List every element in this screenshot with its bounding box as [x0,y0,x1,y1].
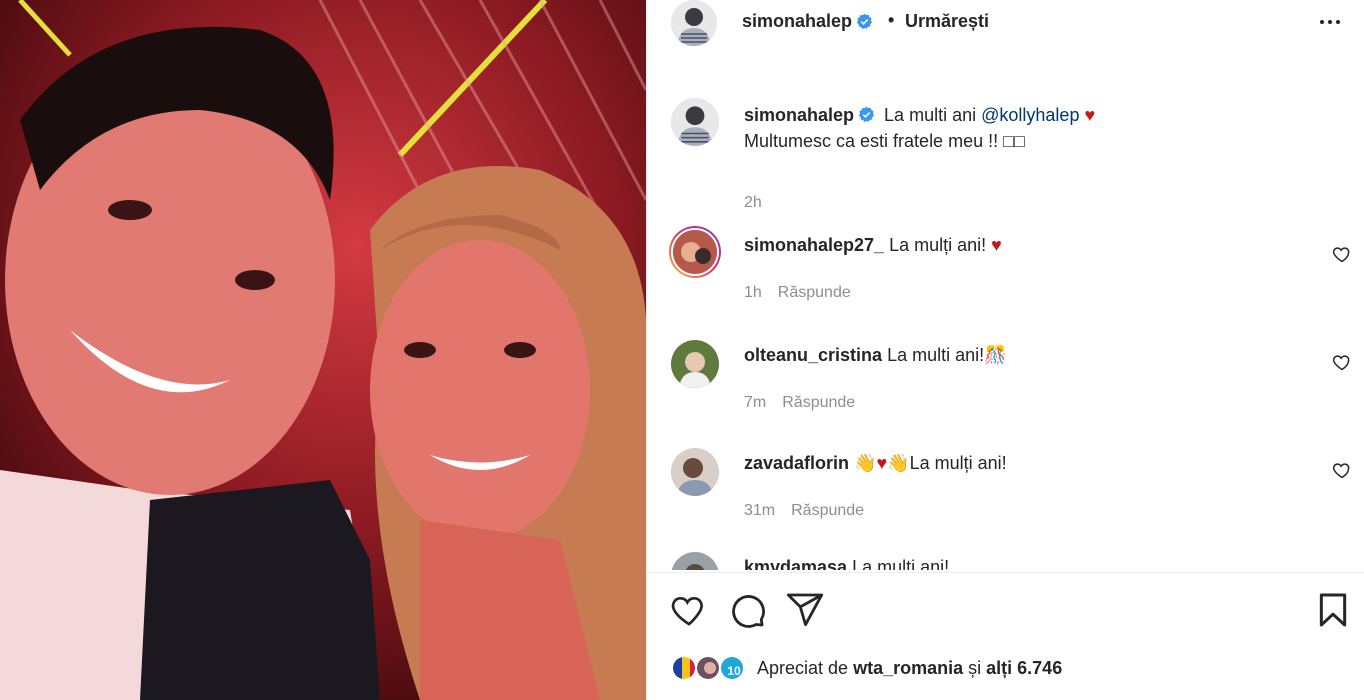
comment-item: zavadaflorin 👋♥👋La mulți ani! 31m Răspun… [647,444,1364,524]
separator-dot: • [888,10,895,30]
comment-meta: 31m Răspunde [744,502,864,520]
post-side-panel: simonahalep • Urmărești simonahalep La m… [646,0,1364,700]
post-photo[interactable] [0,0,646,700]
comment-text: zavadaflorin 👋♥👋La mulți ani! [744,450,1007,476]
comment-item: olteanu_cristina La multi ani!🎊 7m Răspu… [647,336,1364,416]
comment-icon[interactable] [727,590,767,630]
caption-text: La multi ani [884,105,977,125]
commenter-avatar[interactable] [669,226,721,278]
commenter-username[interactable]: simonahalep27_ [744,235,884,255]
comment-emoji: 🎊 [984,345,1007,365]
caption-mention-link[interactable]: @kollyhalep [981,105,1079,125]
comment-timestamp[interactable]: 31m [744,502,775,520]
caption-timestamp[interactable]: 2h [744,194,762,212]
svg-text:10: 10 [727,664,741,678]
comment-body: La multi ani! [852,557,950,570]
liker-avatar [671,655,697,681]
verified-badge-icon [856,13,873,30]
commenter-username[interactable]: kmydamasa [744,557,847,570]
commenter-avatar[interactable] [671,340,719,388]
comment-body: La multi ani! [887,345,985,365]
comment-emoji: 👋♥👋 [854,453,910,473]
comment-body: La mulți ani! [909,453,1007,473]
likes-conjunction: și [968,657,982,678]
commenter-username[interactable]: olteanu_cristina [744,345,882,365]
caption-line-1: simonahalep La multi ani @kollyhalep ♥ [744,102,1095,128]
bookmark-icon[interactable] [1313,590,1353,630]
following-button[interactable]: Urmărești [905,11,989,32]
caption-author[interactable]: simonahalep [744,105,854,125]
post-action-bar [647,590,1364,634]
reply-button[interactable]: Răspunde [782,394,855,412]
reply-button[interactable]: Răspunde [778,284,851,302]
post-caption: simonahalep La multi ani @kollyhalep ♥ M… [647,98,1364,211]
actions-divider [647,572,1364,573]
liker-avatars[interactable]: 10 [671,653,751,683]
comments-list[interactable]: simonahalep La multi ani @kollyhalep ♥ M… [647,80,1364,570]
likes-text: Apreciat de wta_romania și alți 6.746 [757,658,1062,679]
comment-meta: 7m Răspunde [744,394,855,412]
selfie-image [0,0,646,700]
post-header: simonahalep • Urmărești [647,0,1364,46]
comment-like-heart-icon[interactable] [1332,460,1352,480]
heart-icon[interactable] [669,590,709,630]
reply-button[interactable]: Răspunde [791,502,864,520]
commenter-username[interactable]: zavadaflorin [744,453,849,473]
commenter-avatar[interactable] [671,448,719,496]
comment-item: simonahalep27_ La mulți ani! ♥ 1h Răspun… [647,226,1364,306]
liker-username[interactable]: wta_romania [853,658,963,678]
comment-meta: 1h Răspunde [744,284,851,302]
author-avatar[interactable] [671,0,717,46]
likes-prefix: Apreciat de [757,657,849,678]
comment-timestamp[interactable]: 1h [744,284,762,302]
comment-emoji: ♥ [991,235,1002,255]
comment-text: kmydamasa La multi ani! [744,554,949,570]
comment-item: kmydamasa La multi ani! [647,552,1364,570]
caption-meta: 2h [744,194,762,212]
comment-timestamp[interactable]: 7m [744,394,766,412]
more-horizontal-icon[interactable] [1315,12,1345,32]
instagram-post-modal: simonahalep • Urmărești simonahalep La m… [0,0,1364,700]
paper-plane-icon[interactable] [785,590,825,630]
comment-like-heart-icon[interactable] [1332,244,1352,264]
commenter-avatar[interactable] [671,552,719,570]
comment-body: La mulți ani! [889,235,987,255]
caption-line-2: Multumesc ca esti fratele meu !! □□ [744,131,1025,151]
author-username-text[interactable]: simonahalep [742,11,852,32]
liker-avatar [695,655,721,681]
comment-like-heart-icon[interactable] [1332,352,1352,372]
author-username[interactable]: simonahalep [742,11,873,32]
likes-others-count[interactable]: alți 6.746 [986,658,1062,678]
liker-avatar: 10 [719,655,745,681]
comment-text: olteanu_cristina La multi ani!🎊 [744,342,1007,368]
verified-badge-icon [858,104,875,122]
caption-heart-emoji: ♥ [1084,105,1096,125]
comment-text: simonahalep27_ La mulți ani! ♥ [744,232,1002,258]
caption-author-avatar[interactable] [671,98,719,146]
likes-summary: 10 Apreciat de wta_romania și alți 6.746 [671,652,1062,684]
